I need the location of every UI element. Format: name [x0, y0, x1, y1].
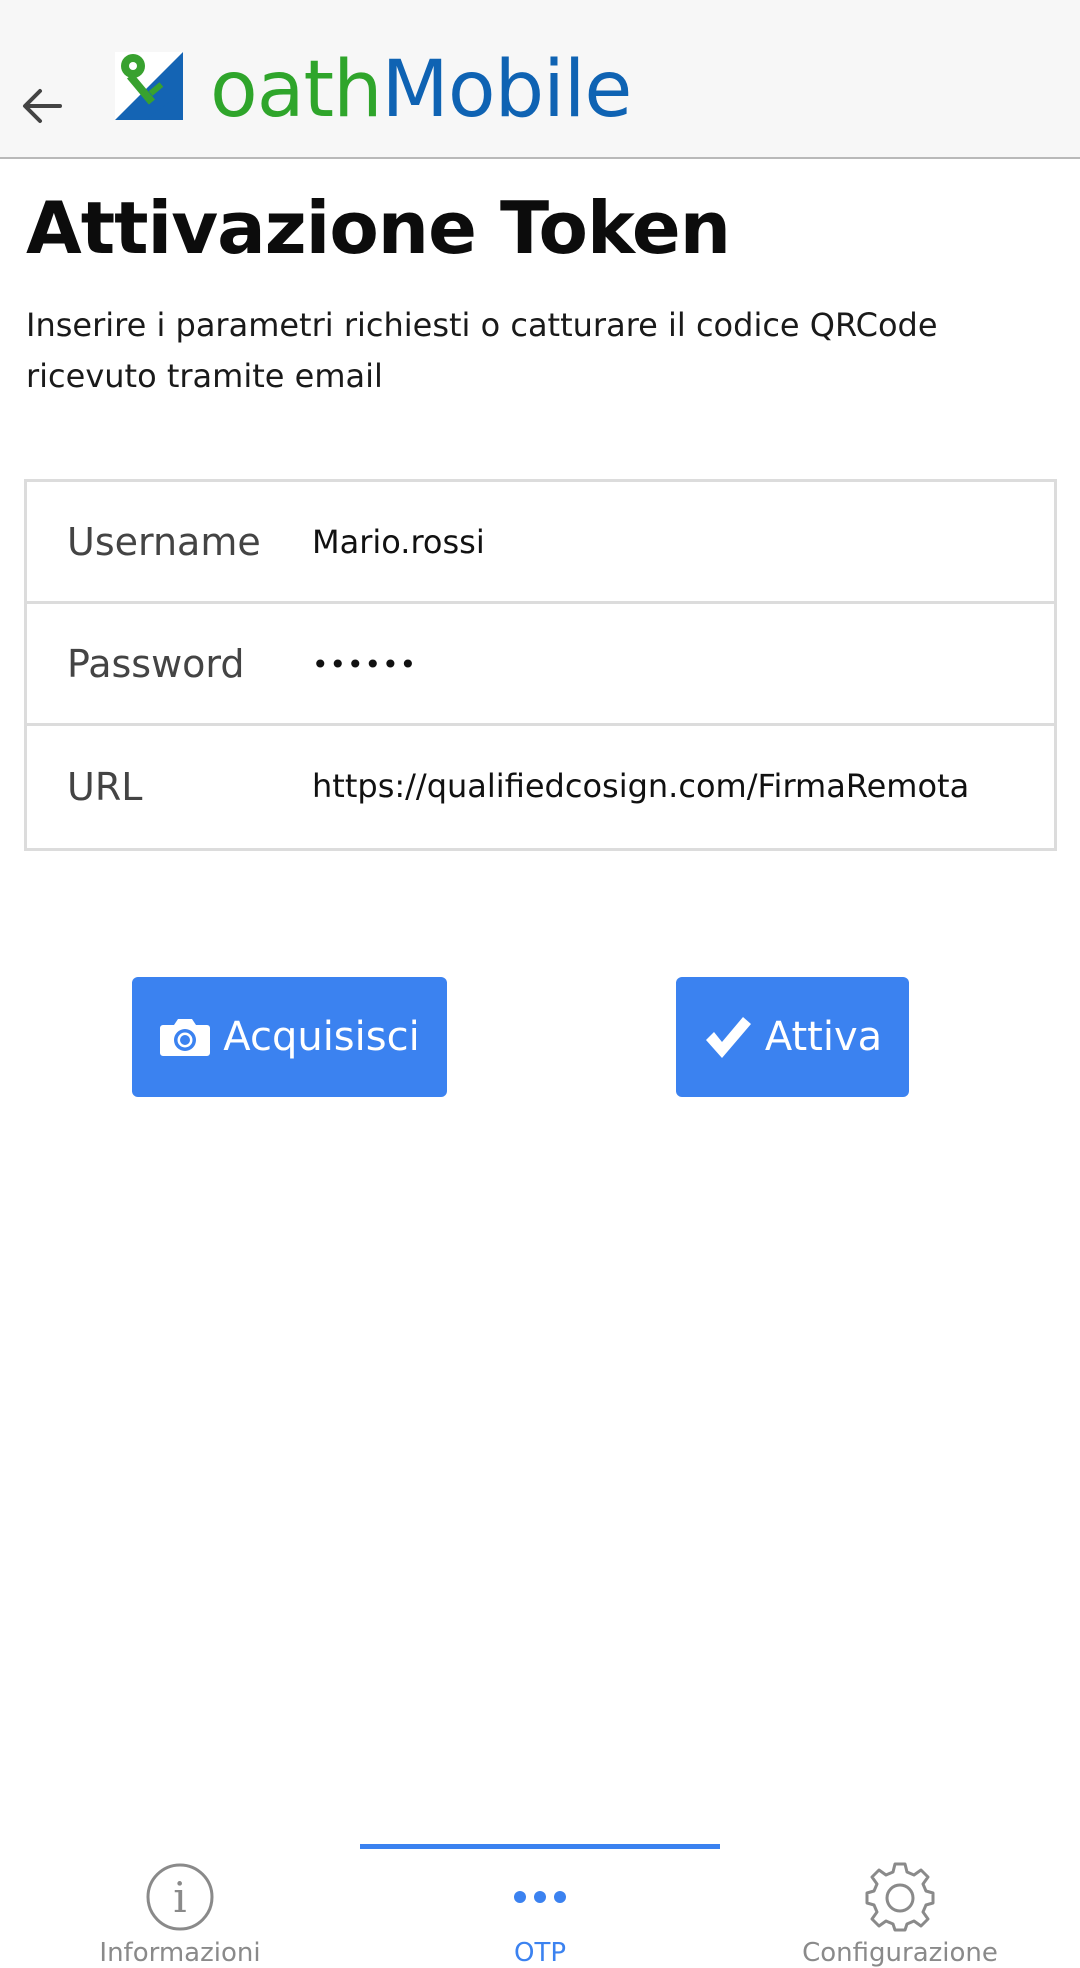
- checkmark-icon: [703, 1014, 753, 1060]
- arrow-left-icon: [23, 89, 62, 123]
- acquire-button[interactable]: Acquisisci: [132, 977, 447, 1097]
- tab-configurazione-label: Configurazione: [802, 1938, 998, 1968]
- brand-text-oath: oath: [210, 45, 383, 135]
- more-dots-icon: [514, 1891, 566, 1903]
- tab-otp-label: OTP: [513, 1938, 567, 1968]
- username-label: Username: [67, 519, 261, 564]
- tab-otp[interactable]: OTP: [360, 1820, 720, 1968]
- username-row: Username: [27, 482, 1054, 604]
- url-label: URL: [67, 764, 143, 809]
- activate-button[interactable]: Attiva: [676, 977, 909, 1097]
- back-button[interactable]: [12, 76, 72, 136]
- password-field[interactable]: [312, 624, 1032, 704]
- acquire-button-label: Acquisisci: [223, 1014, 420, 1060]
- tab-informazioni-label: Informazioni: [99, 1938, 261, 1968]
- info-icon: i: [146, 1863, 214, 1931]
- app-brand: oathMobile: [210, 40, 633, 140]
- password-label: Password: [67, 641, 245, 686]
- username-field[interactable]: [312, 502, 1032, 582]
- brand-text-mobile: Mobile: [381, 45, 633, 135]
- app-logo: [115, 52, 183, 120]
- gear-icon: [865, 1862, 935, 1932]
- tab-informazioni[interactable]: i Informazioni: [0, 1820, 360, 1968]
- token-form: Username Password URL: [24, 479, 1057, 851]
- activate-button-label: Attiva: [764, 1014, 883, 1060]
- camera-icon: [159, 1017, 211, 1057]
- app-header: oathMobile: [0, 0, 1080, 159]
- password-row: Password: [27, 604, 1054, 726]
- url-field[interactable]: [312, 746, 1032, 826]
- bottom-tab-bar: i Informazioni OTP Configurazione: [0, 1820, 1080, 1968]
- page-description: Inserire i parametri richiesti o cattura…: [26, 306, 938, 395]
- page-title: Attivazione Token: [26, 186, 731, 270]
- url-row: URL: [27, 726, 1054, 847]
- tab-configurazione[interactable]: Configurazione: [720, 1820, 1080, 1968]
- svg-text:i: i: [173, 1873, 186, 1922]
